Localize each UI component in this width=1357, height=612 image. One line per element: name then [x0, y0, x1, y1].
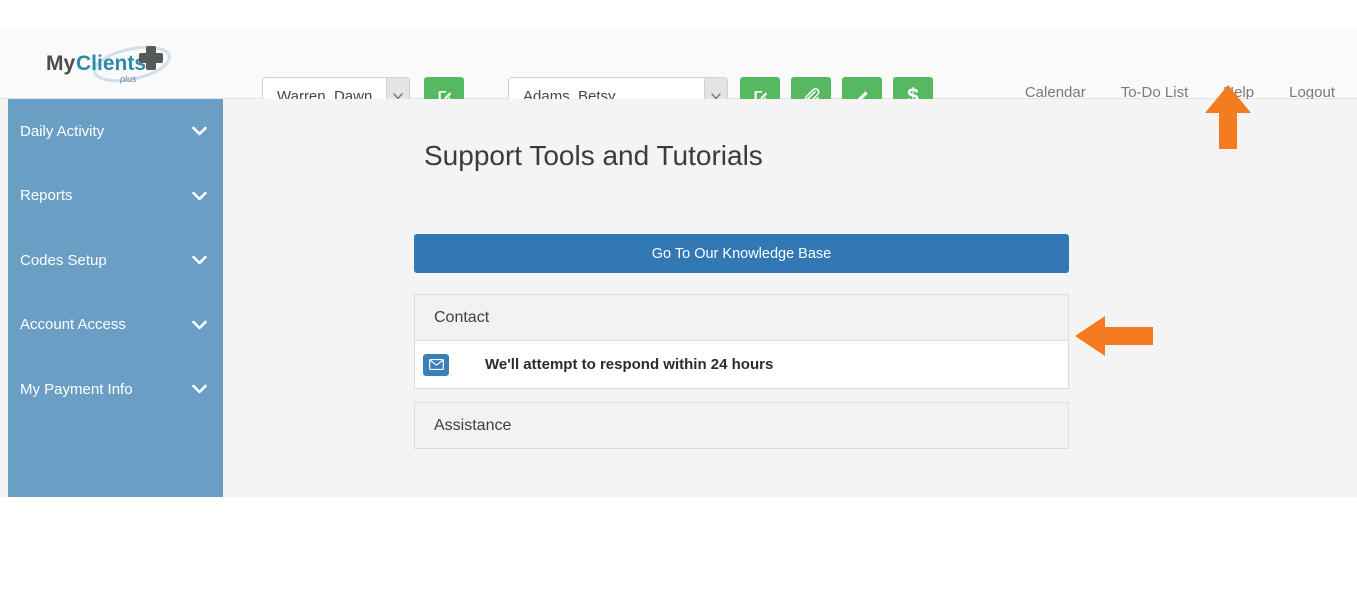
sidebar: Daily Activity Reports Codes Setup Accou…: [8, 99, 223, 497]
chevron-down-icon: [192, 320, 207, 330]
sidebar-item-my-payment-info[interactable]: My Payment Info: [8, 357, 223, 422]
knowledge-base-button[interactable]: Go To Our Knowledge Base: [414, 234, 1069, 273]
contact-row-text: We'll attempt to respond within 24 hours: [485, 356, 774, 373]
sidebar-item-account-access[interactable]: Account Access: [8, 293, 223, 358]
main-content: Support Tools and Tutorials Go To Our Kn…: [223, 99, 1357, 497]
svg-text:Clients: Clients: [76, 52, 146, 75]
sidebar-item-reports[interactable]: Reports: [8, 164, 223, 229]
sidebar-item-label: Daily Activity: [20, 122, 105, 140]
sidebar-item-label: Reports: [20, 187, 73, 205]
page-title: Support Tools and Tutorials: [424, 140, 763, 171]
section-header-contact: Contact: [414, 294, 1069, 341]
envelope-icon: [423, 353, 449, 376]
chevron-down-icon: [192, 126, 207, 136]
chevron-down-icon: [192, 384, 207, 394]
sidebar-item-label: Codes Setup: [20, 251, 107, 269]
svg-text:My: My: [46, 52, 75, 75]
contact-row[interactable]: We'll attempt to respond within 24 hours: [414, 341, 1069, 389]
sidebar-item-daily-activity[interactable]: Daily Activity: [8, 99, 223, 164]
chevron-down-icon: [192, 255, 207, 265]
support-panel: Contact We'll attempt to respond within …: [414, 294, 1069, 449]
brand-logo[interactable]: My Clients plus: [40, 42, 185, 90]
svg-text:plus: plus: [119, 74, 137, 84]
top-bar: My Clients plus Warren, Dawn Adams, Bets…: [0, 30, 1357, 115]
section-header-assistance: Assistance: [414, 402, 1069, 449]
sidebar-item-label: My Payment Info: [20, 380, 133, 398]
sidebar-item-codes-setup[interactable]: Codes Setup: [8, 228, 223, 293]
sidebar-item-label: Account Access: [20, 316, 126, 334]
application-window: My Clients plus Warren, Dawn Adams, Bets…: [0, 30, 1357, 497]
chevron-down-icon: [192, 191, 207, 201]
